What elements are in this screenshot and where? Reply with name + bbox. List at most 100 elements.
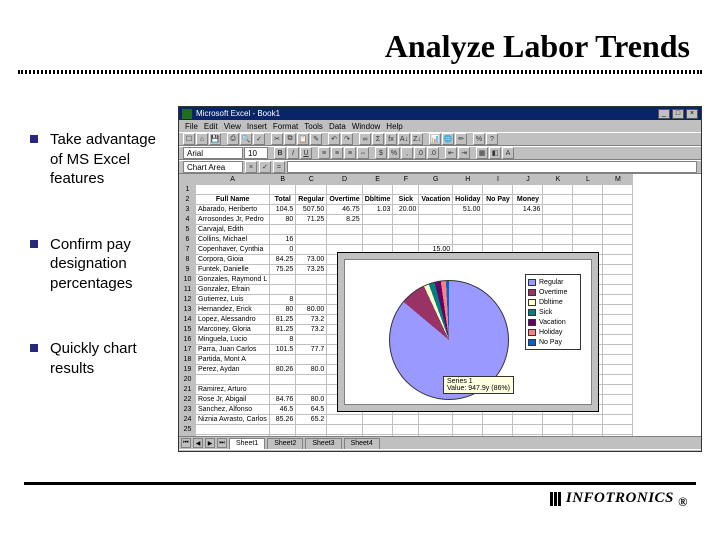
cell[interactable] [393,235,419,245]
cell[interactable] [270,375,296,385]
cell[interactable] [453,415,483,425]
cell[interactable]: Niznia Avrasto, Carlos [196,415,270,425]
cell[interactable] [196,375,270,385]
percent-icon[interactable]: % [388,147,400,159]
sheet-tab-bar[interactable]: ⏮ ◀ ▶ ⏭ Sheet1 Sheet2 Sheet3 Sheet4 [179,436,701,449]
cell[interactable] [270,385,296,395]
row-header[interactable]: 25 [180,425,196,435]
row-header[interactable]: 4 [180,215,196,225]
cell[interactable] [573,435,603,437]
column-header[interactable]: L [573,175,603,185]
cell[interactable] [419,415,453,425]
cell[interactable]: Gutierrez, Luis [196,295,270,305]
cell[interactable]: Funtek, Danielle [196,265,270,275]
font-size-selector[interactable]: 10 [244,147,268,159]
cell[interactable] [573,235,603,245]
cell[interactable] [453,225,483,235]
cell[interactable] [419,205,453,215]
cell[interactable] [603,345,633,355]
cell[interactable] [543,215,573,225]
column-header[interactable]: G [419,175,453,185]
cell[interactable] [603,425,633,435]
cell[interactable]: 71.25 [296,215,327,225]
row-header[interactable]: 2 [180,195,196,205]
row-header[interactable]: 26 [180,435,196,437]
dec-indent-icon[interactable]: ⇤ [445,147,457,159]
cell[interactable] [419,235,453,245]
cell[interactable]: Abarado, Heriberto [196,205,270,215]
cell[interactable]: 64.5 [296,405,327,415]
cell[interactable] [296,355,327,365]
sort-asc-icon[interactable]: A↓ [398,133,410,145]
cell[interactable] [453,185,483,195]
cell[interactable] [196,185,270,195]
cell[interactable] [603,215,633,225]
cell[interactable] [327,415,362,425]
cell[interactable] [419,435,453,437]
worksheet-area[interactable]: ABCDEFGHIJKLM12Full NameTotalRegularOver… [179,174,701,436]
cell[interactable] [603,275,633,285]
cell[interactable]: Copenhaver, Cynthia [196,245,270,255]
cell[interactable] [603,305,633,315]
menu-data[interactable]: Data [329,122,346,131]
cell[interactable]: 73.00 [296,255,327,265]
open-icon[interactable]: ⌂ [196,133,208,145]
inc-decimal-icon[interactable]: .0 [414,147,426,159]
cell[interactable] [603,335,633,345]
cell[interactable] [270,275,296,285]
map-icon[interactable]: 🌐 [442,133,454,145]
save-icon[interactable]: 💾 [209,133,221,145]
row-header[interactable]: 9 [180,265,196,275]
cell[interactable] [393,225,419,235]
fill-color-icon[interactable]: ◧ [489,147,501,159]
cell[interactable] [483,425,513,435]
row-header[interactable]: 22 [180,395,196,405]
cell[interactable] [419,425,453,435]
column-header[interactable]: M [603,175,633,185]
row-header[interactable]: 1 [180,185,196,195]
undo-icon[interactable]: ↶ [328,133,340,145]
cell[interactable] [603,355,633,365]
cell[interactable] [513,425,543,435]
cell[interactable] [270,225,296,235]
cell[interactable]: 81.25 [270,315,296,325]
minimize-button[interactable]: _ [658,109,670,119]
cell[interactable] [393,215,419,225]
cell[interactable]: Collins, Michael [196,235,270,245]
cut-icon[interactable]: ✂ [271,133,283,145]
inc-indent-icon[interactable]: ⇥ [458,147,470,159]
spell-icon[interactable]: ✓ [253,133,265,145]
cell[interactable] [603,255,633,265]
cell[interactable]: 1.03 [362,205,393,215]
cell[interactable] [513,215,543,225]
cell[interactable]: 65.2 [296,415,327,425]
legend-item[interactable]: Holiday [528,327,578,337]
column-header[interactable]: E [362,175,393,185]
sheet-tab[interactable]: Sheet1 [229,438,265,449]
cell[interactable]: 77.7 [296,345,327,355]
column-header[interactable]: H [453,175,483,185]
cell[interactable] [393,415,419,425]
column-header[interactable]: D [327,175,362,185]
cell[interactable] [603,195,633,205]
cell[interactable] [543,205,573,215]
row-header[interactable]: 17 [180,345,196,355]
row-header[interactable]: 11 [180,285,196,295]
paint-icon[interactable]: ✎ [310,133,322,145]
cell[interactable]: 8.25 [327,215,362,225]
legend-item[interactable]: Regular [528,277,578,287]
help-icon[interactable]: ? [486,133,498,145]
comma-icon[interactable]: , [401,147,413,159]
cell[interactable]: Sick [393,195,419,205]
underline-icon[interactable]: U [300,147,312,159]
cell[interactable] [603,205,633,215]
cell[interactable] [543,185,573,195]
row-header[interactable]: 6 [180,235,196,245]
cell[interactable]: 14.36 [513,205,543,215]
sheet-tab[interactable]: Sheet4 [344,438,380,449]
cell[interactable] [296,425,327,435]
merge-icon[interactable]: ⇔ [357,147,369,159]
cell[interactable]: 84.76 [270,395,296,405]
cell[interactable] [543,425,573,435]
paste-icon[interactable]: 📋 [297,133,309,145]
